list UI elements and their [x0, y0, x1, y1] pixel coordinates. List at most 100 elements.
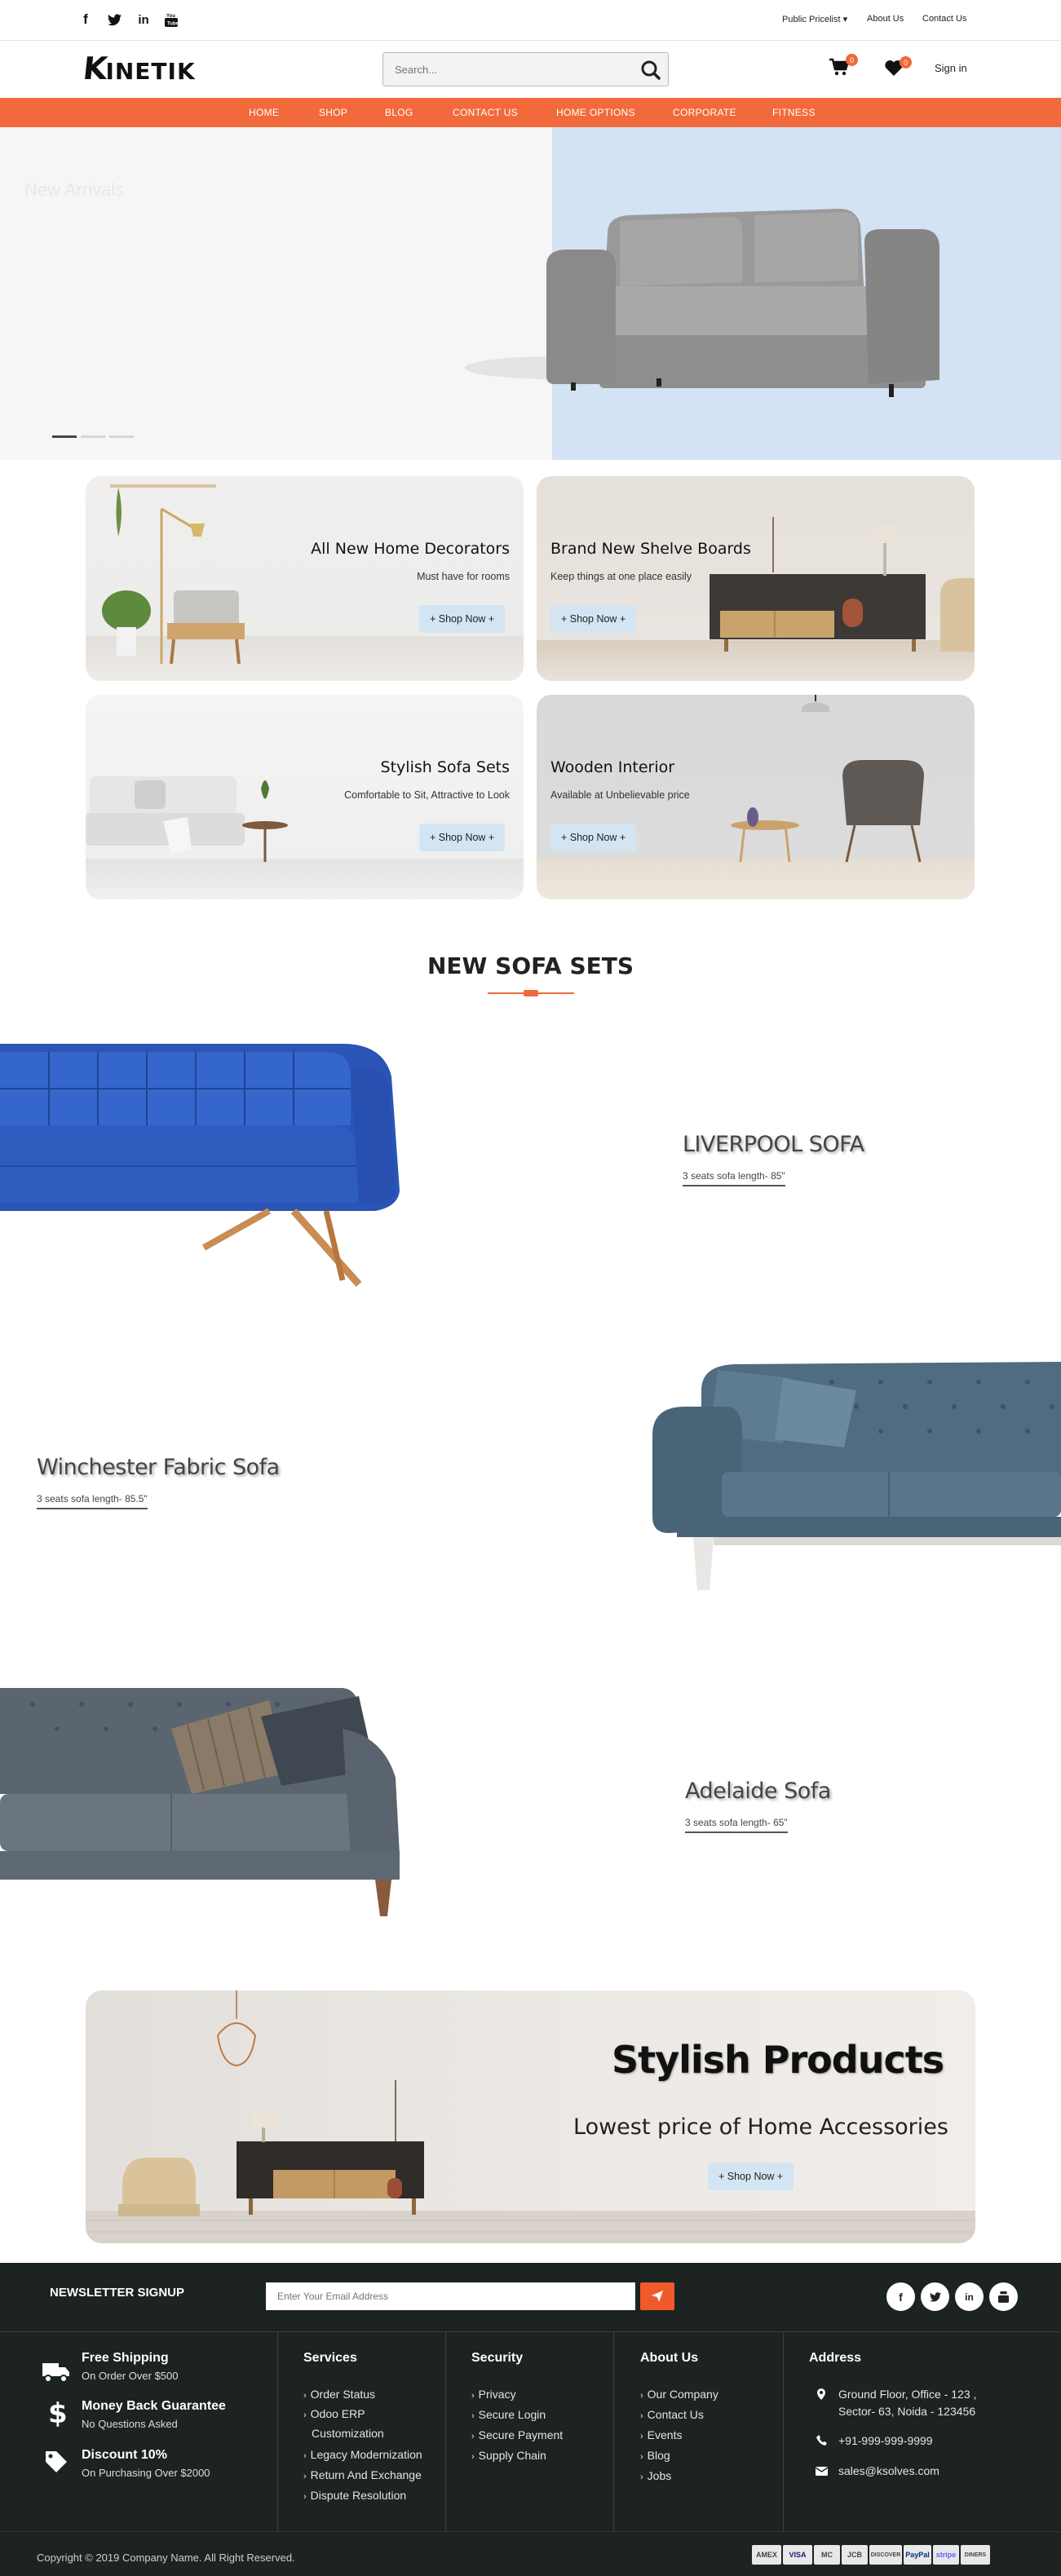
linkedin-icon[interactable]: in — [955, 2282, 984, 2311]
nav-home[interactable]: HOME — [249, 107, 279, 118]
jcb-icon: JCB — [842, 2545, 868, 2565]
footer-link[interactable]: › Our Company — [640, 2388, 718, 2401]
newsletter-title: NEWSLETTER SIGNUP — [50, 2286, 185, 2300]
promo-card-sofa-sets[interactable]: Stylish Sofa Sets Comfortable to Sit, At… — [86, 695, 524, 899]
footer-link[interactable]: › Dispute Resolution — [303, 2489, 406, 2502]
sofa-length: 3 seats sofa length- 85" — [683, 1170, 785, 1186]
twitter-icon[interactable] — [106, 11, 122, 29]
promo-image — [731, 695, 924, 863]
copyright: Copyright © 2019 Company Name. All Right… — [37, 2552, 295, 2564]
address-line: Ground Floor, Office - 123 , — [838, 2388, 977, 2401]
footer-link[interactable]: › Contact Us — [640, 2408, 704, 2421]
footer-link[interactable]: › Jobs — [640, 2469, 671, 2482]
promo-image — [710, 517, 975, 652]
sign-in-link[interactable]: Sign in — [935, 62, 967, 74]
promo-title: All New Home Decorators — [311, 540, 510, 558]
slider-dot-1[interactable] — [52, 435, 77, 438]
sofa-name: LIVERPOOL SOFA — [683, 1132, 864, 1157]
visa-icon: VISA — [783, 2545, 812, 2565]
feature-subtitle: On Purchasing Over $2000 — [82, 2467, 210, 2479]
footer-link[interactable]: › Secure Login — [471, 2408, 546, 2421]
footer-link[interactable]: › Blog — [640, 2449, 670, 2462]
main-nav: HOME SHOP BLOG CONTACT US HOME OPTIONS C… — [0, 98, 1061, 127]
nav-shop[interactable]: SHOP — [319, 107, 347, 118]
winchester-sofa-image — [652, 1362, 1061, 1590]
shop-now-button[interactable]: + Shop Now + — [419, 605, 506, 633]
banner-subtitle: Lowest price of Home Accessories — [573, 2114, 948, 2140]
top-bar: f in You Tube Public Pricelist ▾ About Us… — [0, 0, 1061, 41]
search-bar — [382, 52, 669, 86]
nav-blog[interactable]: BLOG — [385, 107, 413, 118]
feature-subtitle: No Questions Asked — [82, 2418, 178, 2430]
promo-card-wooden-interior[interactable]: Wooden Interior Available at Unbelievabl… — [537, 695, 975, 899]
location-pin-icon — [817, 2388, 825, 2400]
slider-dot-3[interactable] — [109, 435, 134, 438]
facebook-icon[interactable]: f — [77, 11, 94, 29]
feature-title: Money Back Guarantee — [82, 2399, 226, 2413]
footer-link[interactable]: › Legacy Modernization — [303, 2448, 422, 2461]
svg-text:You: You — [166, 14, 175, 19]
discover-icon: DISCOVER — [869, 2545, 902, 2565]
footer-link[interactable]: Customization — [312, 2427, 384, 2440]
sofa-name: Adelaide Sofa — [685, 1778, 831, 1804]
promo-subtitle: Must have for rooms — [417, 571, 510, 582]
paypal-icon: PayPal — [904, 2545, 931, 2565]
shop-now-button[interactable]: + Shop Now + — [550, 824, 637, 851]
footer-link[interactable]: › Odoo ERP — [303, 2407, 365, 2420]
newsletter-email-input[interactable] — [266, 2282, 635, 2310]
footer-link[interactable]: › Events — [640, 2428, 682, 2441]
promo-card-shelve-boards[interactable]: Brand New Shelve Boards Keep things at o… — [537, 476, 975, 681]
linkedin-icon[interactable]: in — [135, 11, 152, 29]
promo-card-home-decorators[interactable]: All New Home Decorators Must have for ro… — [86, 476, 524, 681]
sofa-name: Winchester Fabric Sofa — [37, 1455, 280, 1480]
promo-subtitle: Available at Unbelievable price — [550, 789, 690, 801]
adelaide-sofa-image — [0, 1688, 400, 1916]
send-icon — [652, 2291, 663, 2302]
liverpool-sofa-image — [0, 1044, 400, 1287]
shop-now-button[interactable]: + Shop Now + — [708, 2163, 794, 2190]
about-column — [613, 2332, 614, 2531]
twitter-icon[interactable] — [921, 2282, 949, 2311]
nav-corporate[interactable]: CORPORATE — [673, 107, 736, 118]
feature-title: Discount 10% — [82, 2448, 167, 2462]
nav-home-options[interactable]: HOME OPTIONS — [556, 107, 635, 118]
footer-link[interactable]: › Secure Payment — [471, 2428, 563, 2441]
footer-link[interactable]: › Return And Exchange — [303, 2468, 422, 2481]
email-icon — [816, 2467, 828, 2476]
shop-now-button[interactable]: + Shop Now + — [419, 824, 506, 851]
footer-link[interactable]: › Privacy — [471, 2388, 516, 2401]
youtube-icon[interactable]: You Tube — [163, 11, 179, 29]
sofa-length: 3 seats sofa length- 85.5" — [37, 1493, 148, 1509]
footer: NEWSLETTER SIGNUP f in Free Shipping On … — [0, 2263, 1061, 2576]
phone-icon — [816, 2435, 827, 2446]
about-us-link[interactable]: About Us — [867, 14, 904, 24]
search-icon[interactable] — [640, 60, 661, 81]
logo[interactable]: K INETIK — [82, 51, 196, 86]
slider-dot-2[interactable] — [81, 435, 105, 438]
amex-icon: AMEX — [752, 2545, 781, 2565]
newsletter-submit-button[interactable] — [640, 2282, 674, 2310]
logo-text: INETIK — [105, 57, 196, 85]
diners-club-icon: DINERS — [961, 2545, 990, 2565]
youtube-icon[interactable] — [989, 2282, 1018, 2311]
nav-contact-us[interactable]: CONTACT US — [453, 107, 518, 118]
mastercard-icon: MC — [814, 2545, 840, 2565]
address-column — [783, 2332, 784, 2531]
email-address[interactable]: sales@ksolves.com — [838, 2464, 939, 2477]
promo-title: Wooden Interior — [550, 758, 675, 776]
facebook-icon[interactable]: f — [886, 2282, 915, 2311]
shop-now-button[interactable]: + Shop Now + — [550, 605, 637, 633]
search-input[interactable] — [383, 53, 628, 86]
stripe-icon: stripe — [933, 2545, 959, 2565]
address-line: Sector- 63, Noida - 123456 — [838, 2405, 976, 2418]
promo-title: Stylish Sofa Sets — [380, 758, 510, 776]
footer-link[interactable]: › Supply Chain — [471, 2449, 546, 2462]
stylish-products-banner: Stylish Products Lowest price of Home Ac… — [86, 1991, 975, 2243]
public-pricelist-dropdown[interactable]: Public Pricelist ▾ — [782, 14, 847, 24]
nav-fitness[interactable]: FITNESS — [772, 107, 816, 118]
phone-number[interactable]: +91-999-999-9999 — [838, 2434, 933, 2447]
section-title: NEW SOFA SETS — [427, 952, 634, 979]
footer-link[interactable]: › Order Status — [303, 2388, 375, 2401]
contact-us-link[interactable]: Contact Us — [922, 14, 966, 24]
hero-sofa-image — [465, 209, 939, 397]
